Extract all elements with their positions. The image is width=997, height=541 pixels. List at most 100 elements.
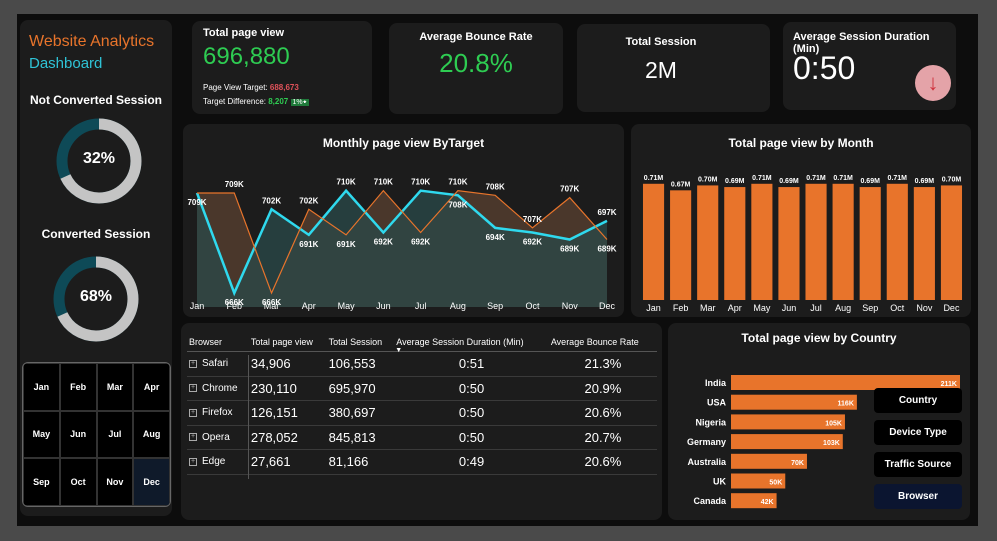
- bar[interactable]: [642, 183, 665, 300]
- table-row[interactable]: + Firefox 126,151 380,697 0:50 20.6%: [187, 400, 657, 426]
- month-cell[interactable]: Jul: [96, 410, 134, 459]
- table-cell: 278,052: [248, 425, 327, 450]
- tick-label: Mar: [700, 303, 716, 313]
- table-cell: 0:49: [394, 449, 549, 475]
- page-view-target: Page View Target: 688,673: [203, 83, 299, 92]
- expand-icon[interactable]: +: [189, 433, 197, 442]
- month-cell[interactable]: Mar: [96, 363, 134, 411]
- dashboard-frame: Website Analytics Dashboard Not Converte…: [17, 14, 978, 526]
- expand-icon[interactable]: +: [189, 359, 197, 368]
- bar[interactable]: [724, 187, 746, 300]
- expand-icon[interactable]: +: [189, 384, 197, 393]
- bar[interactable]: [832, 183, 854, 300]
- device-type-button[interactable]: Device Type: [874, 420, 962, 445]
- table-cell: 81,166: [326, 449, 395, 475]
- country-button[interactable]: Country: [874, 388, 962, 413]
- data-label: 692K: [374, 238, 393, 247]
- tick-label: Apr: [302, 301, 316, 311]
- expand-icon[interactable]: +: [189, 457, 197, 466]
- data-label: 0.67M: [671, 181, 691, 188]
- col-header[interactable]: Total Session: [326, 333, 395, 352]
- data-label: 694K: [486, 233, 505, 242]
- table-cell: 695,970: [326, 376, 395, 401]
- category-label: Nigeria: [695, 417, 727, 427]
- month-cell[interactable]: Sep: [23, 458, 60, 506]
- col-header[interactable]: Average Bounce Rate: [548, 333, 657, 352]
- table-row[interactable]: + Safari 34,906 106,553 0:51 21.3%: [187, 351, 657, 377]
- sidebar: Website Analytics Dashboard Not Converte…: [20, 20, 172, 516]
- month-cell[interactable]: Feb: [59, 363, 97, 411]
- browser-cell: + Firefox: [187, 400, 249, 426]
- month-cell[interactable]: May: [23, 410, 60, 459]
- arrow-up-icon: 🠹: [302, 99, 307, 106]
- arrow-down-icon: ↓: [915, 65, 951, 101]
- tick-label: Sep: [487, 301, 503, 311]
- target-label: Page View Target:: [203, 83, 268, 92]
- month-cell[interactable]: Jun: [59, 410, 97, 459]
- col-header[interactable]: Total page view: [248, 333, 327, 352]
- table-row[interactable]: + Opera 278,052 845,813 0:50 20.7%: [187, 425, 657, 450]
- series-area: [197, 190, 607, 307]
- month-cell[interactable]: Dec: [133, 458, 170, 506]
- data-label: 692K: [411, 238, 430, 247]
- month-cell[interactable]: Apr: [133, 363, 170, 411]
- bar[interactable]: [751, 183, 773, 300]
- bar[interactable]: [778, 187, 800, 300]
- tick-label: Jan: [646, 303, 661, 313]
- month-cell[interactable]: Nov: [96, 458, 134, 506]
- category-label: Australia: [687, 457, 727, 467]
- bar[interactable]: [697, 185, 719, 300]
- bar[interactable]: [670, 190, 692, 300]
- data-label: 689K: [560, 245, 579, 254]
- browser-button[interactable]: Browser: [874, 484, 962, 509]
- data-label: 0.69M: [860, 178, 880, 185]
- data-label: 708K: [486, 182, 505, 191]
- data-label: 70K: [791, 460, 804, 467]
- month-cell[interactable]: Aug: [133, 410, 170, 459]
- data-label: 689K: [597, 245, 616, 254]
- kpi-value: 20.8%: [439, 48, 513, 78]
- tick-label: Feb: [673, 303, 689, 313]
- table-header-row: Browser Total page view Total Session Av…: [187, 333, 657, 354]
- converted-title: Converted Session: [41, 227, 151, 241]
- tick-label: Jun: [782, 303, 797, 313]
- category-label: India: [705, 378, 727, 388]
- bar[interactable]: [886, 183, 908, 300]
- page-view-by-month-chart: Total page view by Month 0.71M Jan 0.67M Fe…: [631, 124, 971, 317]
- data-label: 0.71M: [833, 175, 853, 182]
- month-cell[interactable]: Jan: [23, 363, 60, 411]
- tick-label: Mar: [264, 301, 280, 311]
- data-label: 0.69M: [725, 178, 745, 185]
- data-label: 710K: [337, 178, 356, 187]
- month-slicer: Jan Feb Mar Apr May Jun Jul Aug Sep Oct Nov Dec: [22, 362, 171, 507]
- traffic-source-button[interactable]: Traffic Source: [874, 452, 962, 477]
- kpi-bounce-rate: Average Bounce Rate 20.8%: [389, 23, 563, 114]
- tick-label: Jun: [376, 301, 391, 311]
- data-label: 692K: [523, 238, 542, 247]
- col-header[interactable]: Average Session Duration (Min) ▼: [394, 333, 549, 354]
- app-subtitle: Dashboard: [29, 55, 103, 72]
- category-label: Canada: [693, 496, 727, 506]
- col-header[interactable]: Browser: [187, 333, 249, 352]
- table-cell: 126,151: [248, 400, 327, 426]
- data-label: 702K: [299, 196, 318, 205]
- bar[interactable]: [859, 187, 881, 300]
- table-cell: 20.7%: [548, 425, 657, 450]
- table-row[interactable]: + Chrome 230,110 695,970 0:50 20.9%: [187, 376, 657, 401]
- table-row[interactable]: + Edge 27,661 81,166 0:49 20.6%: [187, 449, 657, 475]
- category-label: Germany: [687, 437, 726, 447]
- data-label: 0.71M: [806, 175, 826, 182]
- bar[interactable]: [940, 185, 963, 300]
- data-label: 0.71M: [644, 175, 664, 182]
- line-chart-svg: 709K666K702K691K710K692K710K708K694K692K…: [187, 178, 616, 311]
- expand-icon[interactable]: +: [189, 408, 197, 417]
- tick-label: Jul: [415, 301, 427, 311]
- browser-table-panel: Browser Total page view Total Session Av…: [181, 323, 662, 520]
- bar[interactable]: [805, 183, 827, 300]
- data-label: 707K: [560, 185, 579, 194]
- not-converted-value: 32%: [82, 150, 116, 167]
- bar[interactable]: [913, 187, 935, 300]
- tick-label: Nov: [562, 301, 579, 311]
- app-title: Website Analytics: [29, 33, 155, 50]
- month-cell[interactable]: Oct: [59, 458, 97, 506]
